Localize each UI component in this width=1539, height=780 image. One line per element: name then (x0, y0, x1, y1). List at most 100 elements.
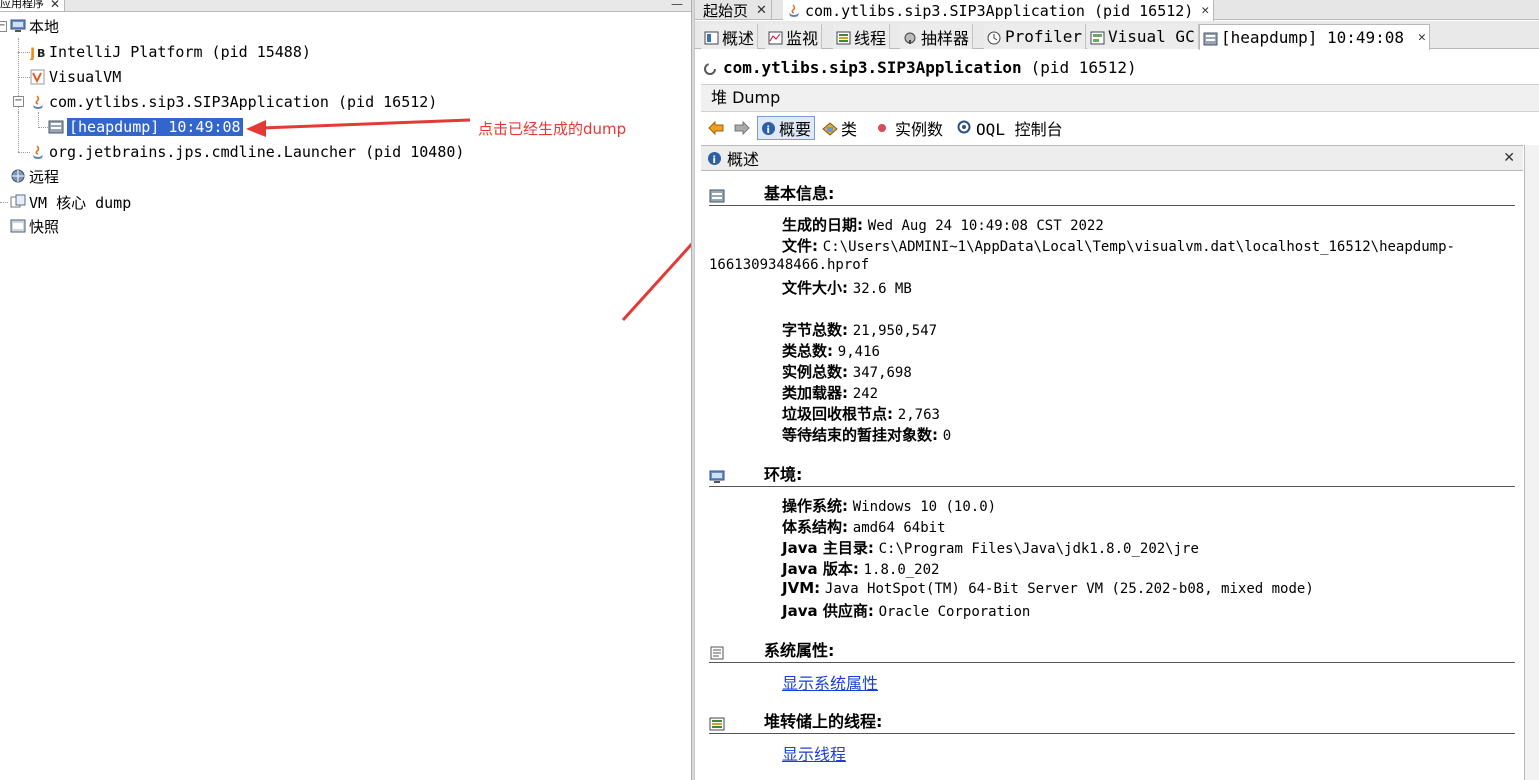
info-file: 文件: C:\Users\ADMINI~1\AppData\Local\Temp… (782, 235, 1455, 256)
side-panel-strip[interactable] (1524, 145, 1539, 780)
view-tabbar: 概述 监视 线程 抽样器 Profiler Visual GC [heapdum… (695, 21, 1539, 50)
info-classes-label: 类总数: (782, 342, 833, 360)
env-arch: 体系结构: amd64 64bit (782, 516, 946, 537)
info-pending-label: 等待结束的暂挂对象数: (782, 426, 938, 444)
app-title-pid: (pid 16512) (1030, 58, 1137, 77)
oql-console-button[interactable]: OQL 控制台 (954, 116, 1066, 140)
env-home-label: Java 主目录: (782, 539, 874, 557)
info-instances: 实例总数: 347,698 (782, 361, 912, 382)
env-arch-label: 体系结构: (782, 518, 848, 536)
info-pending-value: 0 (942, 428, 952, 444)
info-classloaders-label: 类加载器: (782, 384, 848, 402)
overview-icon (704, 30, 719, 44)
classes-button[interactable]: 类 (819, 116, 860, 140)
close-icon[interactable]: ✕ (1201, 3, 1209, 18)
section-environment: 环境: (709, 465, 1515, 487)
document-icon (709, 645, 725, 660)
info-file-value: C:\Users\ADMINI~1\AppData\Local\Temp\vis… (822, 239, 1455, 255)
tab-profiler[interactable]: Profiler (984, 24, 1087, 49)
env-home: Java 主目录: C:\Program Files\Java\jdk1.8.0… (782, 537, 1199, 558)
info-size: 文件大小: 32.6 MB (782, 277, 912, 298)
computer-icon (709, 469, 725, 483)
section-system-properties: 系统属性: (709, 641, 1515, 663)
heap-dump-header: 堆 Dump (701, 84, 1539, 112)
document-tabbar: 起始页 ✕ com.ytlibs.sip3.SIP3Application (p… (695, 0, 1539, 21)
info-size-value: 32.6 MB (852, 281, 912, 297)
tab-sampler[interactable]: 抽样器 (900, 24, 974, 49)
tab-threads-label: 线程 (854, 28, 887, 48)
info-classes: 类总数: 9,416 (782, 340, 880, 361)
classes-label: 类 (841, 120, 858, 139)
classes-icon (822, 121, 838, 136)
env-version: Java 版本: 1.8.0_202 (782, 558, 939, 579)
env-arch-value: amd64 64bit (852, 520, 946, 536)
info-classloaders: 类加载器: 242 (782, 382, 878, 403)
oql-label: OQL 控制台 (976, 120, 1063, 139)
loading-icon (703, 61, 717, 75)
tab-start-page-label: 起始页 (703, 1, 749, 20)
info-classloaders-value: 242 (852, 386, 879, 402)
database-icon (709, 188, 725, 203)
arrow-right-icon (734, 121, 750, 135)
tab-visual-gc-label: Visual GC (1108, 27, 1195, 46)
tab-sip3app[interactable]: com.ytlibs.sip3.SIP3Application (pid 165… (783, 0, 1215, 21)
section-basic-info-title: 基本信息: (764, 184, 835, 203)
close-icon[interactable]: ✕ (1418, 30, 1426, 45)
section-threads-title: 堆转储上的线程: (764, 712, 883, 731)
tab-start-page[interactable]: 起始页 ✕ (699, 0, 772, 20)
summary-button[interactable]: i 概要 (757, 116, 816, 140)
info-classes-value: 9,416 (837, 344, 880, 360)
section-environment-title: 环境: (764, 465, 803, 484)
section-basic-info: 基本信息: (709, 184, 1515, 206)
annotation-text: 点击已经生成的dump (478, 120, 627, 138)
instances-button[interactable]: 实例数 (872, 116, 946, 140)
heapdump-icon (1203, 31, 1218, 45)
env-version-label: Java 版本: (782, 560, 859, 578)
info-instances-value: 347,698 (852, 365, 912, 381)
tab-threads[interactable]: 线程 (833, 24, 891, 49)
monitor-icon (768, 30, 783, 44)
info-file-label: 文件: (782, 237, 818, 255)
show-system-properties-link[interactable]: 显示系统属性 (782, 670, 878, 694)
tab-sampler-label: 抽样器 (921, 28, 970, 48)
tab-heapdump[interactable]: [heapdump] 10:49:08 ✕ (1199, 24, 1430, 50)
info-bytes: 字节总数: 21,950,547 (782, 319, 937, 340)
svg-text:i: i (713, 155, 716, 166)
document-area: 起始页 ✕ com.ytlibs.sip3.SIP3Application (p… (695, 0, 1539, 780)
back-button[interactable] (705, 116, 727, 140)
env-vendor-label: Java 供应商: (782, 602, 874, 620)
show-threads-link[interactable]: 显示线程 (782, 741, 846, 765)
info-instances-label: 实例总数: (782, 363, 848, 381)
info-file-value-cont: 1661309348466.hprof (709, 257, 870, 273)
summary-panel-title: 概述 (727, 150, 760, 169)
app-title: com.ytlibs.sip3.SIP3Application (pid 165… (703, 58, 1137, 77)
tab-monitor-label: 监视 (786, 28, 819, 48)
info-icon: i (708, 151, 721, 166)
info-date-label: 生成的日期: (782, 216, 863, 234)
summary-panel-header: i 概述 ✕ (701, 145, 1523, 171)
visual-gc-icon (1090, 30, 1105, 44)
close-icon[interactable]: ✕ (756, 3, 767, 18)
tab-visual-gc[interactable]: Visual GC (1087, 24, 1199, 49)
forward-button[interactable] (731, 116, 753, 140)
threads-icon (709, 716, 725, 731)
env-jvm-label: JVM: (782, 579, 821, 597)
env-vendor-value: Oracle Corporation (878, 604, 1031, 620)
info-icon: i (762, 121, 775, 136)
sampler-icon (903, 30, 918, 44)
env-jvm-value: Java HotSpot(TM) 64-Bit Server VM (25.20… (824, 581, 1314, 597)
summary-label: 概要 (779, 120, 812, 139)
env-os-value: Windows 10 (10.0) (852, 499, 997, 515)
info-bytes-label: 字节总数: (782, 321, 848, 339)
env-jvm: JVM: Java HotSpot(TM) 64-Bit Server VM (… (782, 579, 1314, 597)
info-date: 生成的日期: Wed Aug 24 10:49:08 CST 2022 (782, 214, 1104, 235)
info-size-label: 文件大小: (782, 279, 848, 297)
env-version-value: 1.8.0_202 (863, 562, 940, 578)
close-icon[interactable]: ✕ (1503, 150, 1515, 166)
tab-overview[interactable]: 概述 (701, 24, 759, 49)
info-bytes-value: 21,950,547 (852, 323, 938, 339)
section-threads: 堆转储上的线程: (709, 712, 1515, 734)
tab-overview-label: 概述 (722, 28, 755, 48)
heap-dump-toolbar: i 概要 类 实例数 OQL 控制台 (701, 113, 1539, 143)
tab-monitor[interactable]: 监视 (765, 24, 823, 49)
